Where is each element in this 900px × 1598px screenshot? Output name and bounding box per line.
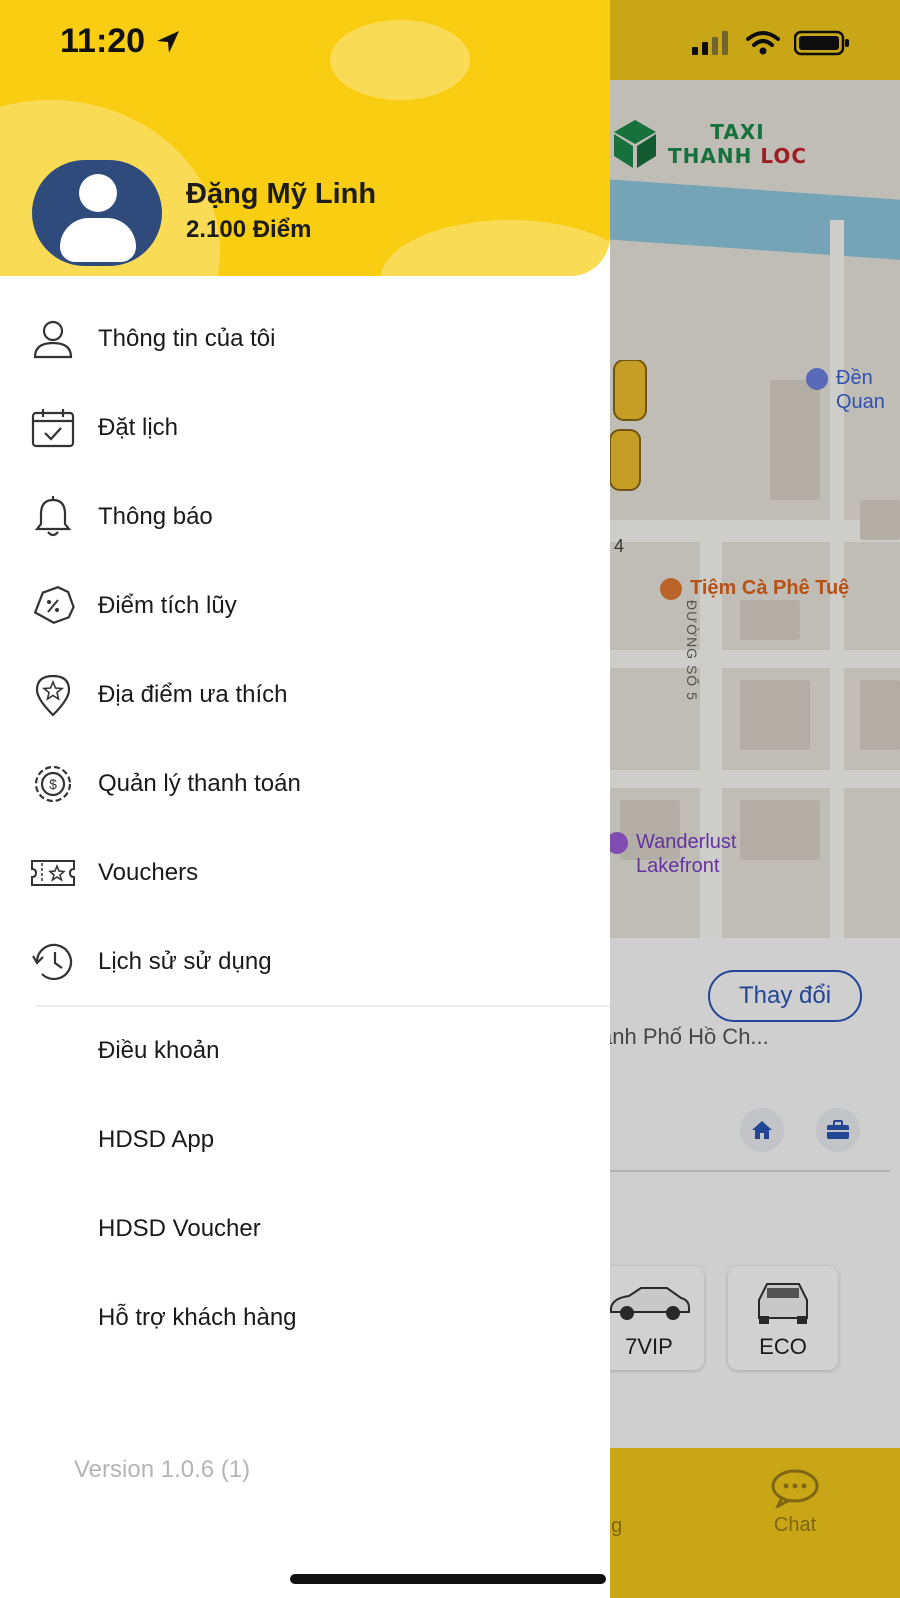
menu-item-my-info[interactable]: Thông tin của tôi <box>0 294 610 383</box>
menu-item-label: Hỗ trợ khách hàng <box>98 1303 297 1331</box>
location-arrow-icon <box>157 30 180 53</box>
menu-item-label: HDSD Voucher <box>98 1214 261 1242</box>
calendar-check-icon <box>30 405 76 451</box>
menu-item-points[interactable]: Điểm tích lũy <box>0 561 610 650</box>
menu-item-label: Điểm tích lũy <box>98 591 237 619</box>
ticket-star-icon <box>30 850 76 896</box>
svg-text:$: $ <box>49 776 57 792</box>
menu-item-support[interactable]: Hỗ trợ khách hàng <box>0 1273 610 1362</box>
side-drawer: 11:20 Đặng Mỹ Linh 2.100 Điểm Thông tin … <box>0 0 610 1598</box>
menu-item-label: Lịch sử sử dụng <box>98 947 272 975</box>
status-bar-time: 11:20 <box>60 22 181 61</box>
menu-item-notifications[interactable]: Thông báo <box>0 472 610 561</box>
star-pin-icon <box>30 672 76 718</box>
drawer-header: 11:20 Đặng Mỹ Linh 2.100 Điểm <box>0 0 610 276</box>
menu-item-terms[interactable]: Điều khoản <box>0 1006 610 1095</box>
menu-item-label: Đặt lịch <box>98 413 179 441</box>
avatar-body <box>60 218 136 262</box>
history-icon <box>30 939 76 985</box>
avatar[interactable] <box>32 160 162 266</box>
menu-item-label: HDSD App <box>98 1125 215 1153</box>
payment-gear-icon: $ <box>30 761 76 807</box>
header-decoration <box>330 20 470 100</box>
menu-item-label: Địa điểm ưa thích <box>98 680 288 708</box>
user-points: 2.100 Điểm <box>186 216 312 243</box>
app-version: Version 1.0.6 (1) <box>74 1456 251 1483</box>
menu-item-label: Điều khoản <box>98 1036 220 1064</box>
menu-item-favorite-places[interactable]: Địa điểm ưa thích <box>0 650 610 739</box>
menu-item-label: Thông báo <box>98 502 213 530</box>
bell-icon <box>30 494 76 540</box>
menu-item-label: Thông tin của tôi <box>98 324 276 352</box>
avatar-head <box>79 174 117 212</box>
discount-tag-icon <box>30 583 76 629</box>
clock: 11:20 <box>60 22 146 60</box>
menu-item-vouchers[interactable]: Vouchers <box>0 828 610 917</box>
menu-item-history[interactable]: Lịch sử sử dụng <box>0 917 610 1006</box>
menu-item-voucher-guide[interactable]: HDSD Voucher <box>0 1184 610 1273</box>
menu-item-app-guide[interactable]: HDSD App <box>0 1095 610 1184</box>
menu-item-payment[interactable]: $ Quản lý thanh toán <box>0 739 610 828</box>
user-name: Đặng Mỹ Linh <box>186 178 377 210</box>
header-decoration <box>380 220 610 276</box>
menu-item-label: Quản lý thanh toán <box>98 769 301 797</box>
home-indicator[interactable] <box>290 1574 606 1584</box>
user-icon <box>30 316 76 362</box>
menu-item-schedule[interactable]: Đặt lịch <box>0 383 610 472</box>
menu-item-label: Vouchers <box>98 858 199 886</box>
